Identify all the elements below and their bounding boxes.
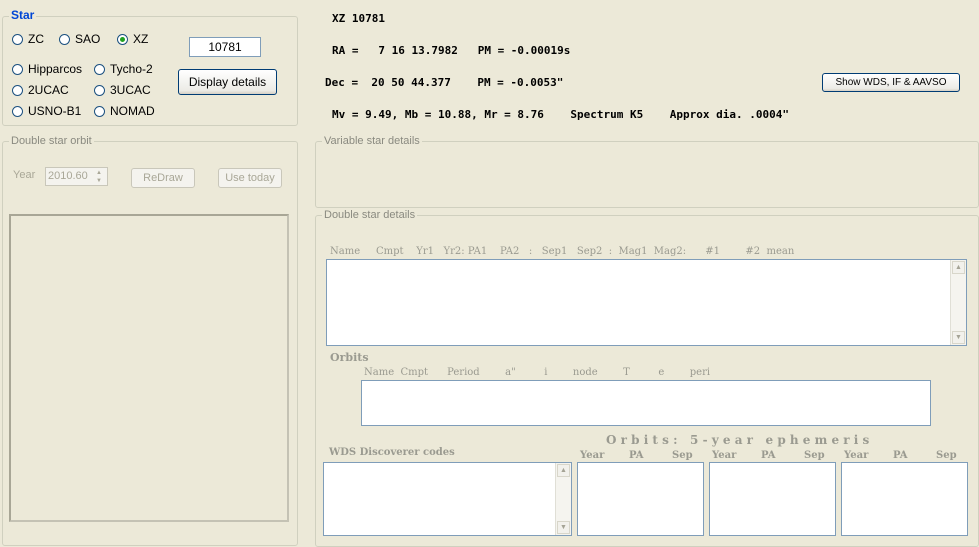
show-wds-button[interactable]: Show WDS, IF & AAVSO	[822, 73, 960, 92]
ephemeris-col-year: Year	[712, 450, 737, 461]
radio-circle[interactable]	[12, 63, 23, 75]
orbits-label: Orbits	[330, 351, 369, 364]
radio-circle-checked[interactable]	[117, 33, 128, 45]
radio-circle[interactable]	[59, 33, 70, 45]
radio-2ucac[interactable]: 2UCAC	[12, 83, 69, 97]
ra-line: RA = 7 16 13.7982 PM = -0.00019s	[332, 44, 571, 57]
radio-usnob1[interactable]: USNO-B1	[12, 104, 81, 118]
magnitude-line: Mv = 9.49, Mb = 10.88, Mr = 8.76 Spectru…	[332, 108, 789, 121]
double-columns-header: Name Cmpt Yr1 Yr2: PA1 PA2 : Sep1 Sep2 :…	[330, 246, 795, 257]
radio-circle[interactable]	[12, 33, 23, 45]
wds-codes-label: WDS Discoverer codes	[329, 447, 455, 458]
ephemeris-col-year: Year	[580, 450, 605, 461]
radio-xz[interactable]: XZ	[117, 32, 148, 46]
scroll-up-icon[interactable]: ▲	[952, 261, 965, 274]
radio-nomad[interactable]: NOMAD	[94, 104, 155, 118]
radio-circle[interactable]	[12, 105, 23, 117]
radio-circle[interactable]	[12, 84, 23, 96]
ephemeris-col-sep: Sep	[672, 450, 693, 461]
orbits-list[interactable]	[361, 380, 931, 426]
radio-circle[interactable]	[94, 105, 105, 117]
scroll-down-icon[interactable]: ▼	[557, 521, 570, 534]
use-today-button[interactable]: Use today	[218, 168, 282, 188]
ephemeris-list-3[interactable]	[841, 462, 968, 536]
ephemeris-col-sep: Sep	[804, 450, 825, 461]
redraw-button[interactable]: ReDraw	[131, 168, 195, 188]
scroll-down-icon[interactable]: ▼	[952, 331, 965, 344]
year-label: Year	[13, 169, 36, 181]
spin-up-icon[interactable]: ▲	[92, 169, 106, 177]
ephemeris-col-year: Year	[844, 450, 869, 461]
scroll-up-icon[interactable]: ▲	[557, 464, 570, 477]
ephemeris-col-pa: PA	[761, 450, 776, 461]
variable-star-title: Variable star details	[322, 135, 422, 147]
radio-hipparcos[interactable]: Hipparcos	[12, 62, 82, 76]
wds-codes-list[interactable]: ▲ ▼	[323, 462, 572, 536]
spin-down-icon[interactable]: ▼	[92, 177, 106, 185]
orbit-plot-area	[9, 214, 289, 522]
double-details-list[interactable]: ▲ ▼	[326, 259, 967, 346]
ephemeris-col-sep: Sep	[936, 450, 957, 461]
ephemeris-col-pa: PA	[629, 450, 644, 461]
ephemeris-title: O r b i t s : 5 - y e a r e p h e m e r …	[606, 433, 870, 447]
orbits-header: Name Cmpt Period a" i node T e peri	[364, 367, 711, 378]
star-name: XZ 10781	[332, 12, 385, 25]
star-number-input[interactable]	[189, 37, 261, 57]
variable-star-group: Variable star details	[315, 135, 979, 208]
year-value: 2010.60	[48, 170, 88, 182]
radio-circle[interactable]	[94, 84, 105, 96]
star-group-title: Star	[9, 8, 37, 22]
radio-3ucac[interactable]: 3UCAC	[94, 83, 151, 97]
dec-line: Dec = 20 50 44.377 PM = -0.0053"	[325, 76, 564, 89]
double-details-scrollbar[interactable]: ▲ ▼	[950, 260, 966, 345]
double-star-title: Double star details	[322, 209, 418, 221]
display-details-button[interactable]: Display details	[178, 69, 277, 95]
orbit-group-title: Double star orbit	[9, 135, 94, 147]
ephemeris-list-2[interactable]	[709, 462, 836, 536]
radio-zc[interactable]: ZC	[12, 32, 44, 46]
ephemeris-list-1[interactable]	[577, 462, 704, 536]
year-spinner[interactable]: 2010.60 ▲ ▼	[45, 167, 108, 186]
radio-tycho2[interactable]: Tycho-2	[94, 62, 153, 76]
wds-codes-scrollbar[interactable]: ▲ ▼	[555, 463, 571, 535]
ephemeris-col-pa: PA	[893, 450, 908, 461]
radio-sao[interactable]: SAO	[59, 32, 100, 46]
radio-circle[interactable]	[94, 63, 105, 75]
